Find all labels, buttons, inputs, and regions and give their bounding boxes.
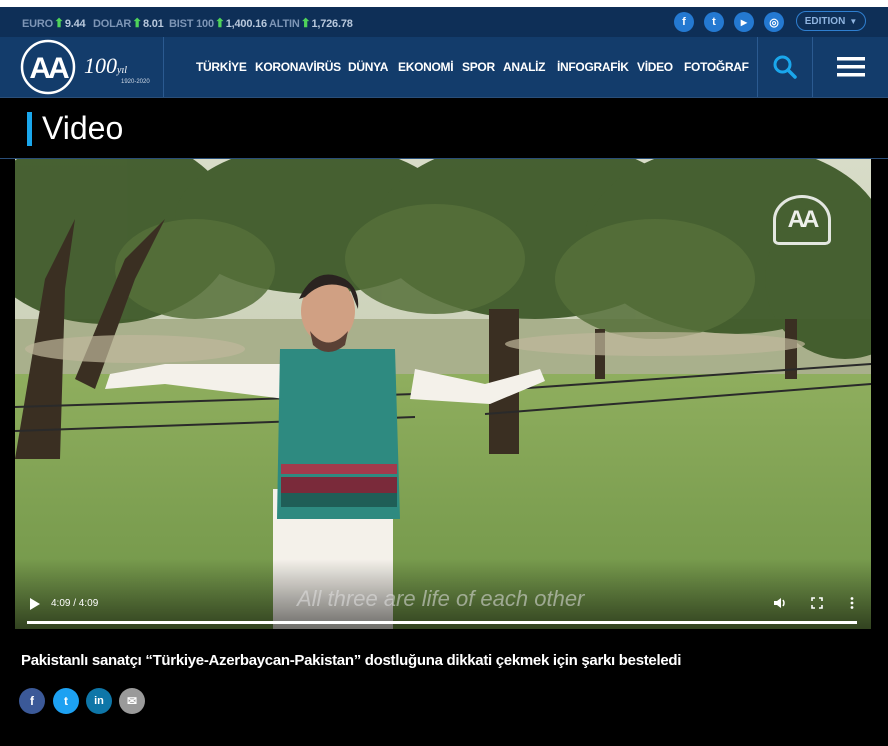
ticker-dolar: DOLAR⬆8.01 [93,16,164,30]
section-accent-bar [27,112,32,146]
nav-fotograf[interactable]: FOTOĞRAF [684,60,749,74]
nav-analiz[interactable]: ANALİZ [503,60,546,74]
top-border [0,0,888,7]
nav-spor[interactable]: SPOR [462,60,495,74]
video-player[interactable]: AA All three are life of each other 4:09… [15,159,871,629]
share-facebook-icon[interactable]: f [19,688,45,714]
play-icon[interactable] [29,597,41,611]
hamburger-icon [837,57,865,77]
search-button[interactable] [757,37,812,97]
up-arrow-icon: ⬆ [132,16,142,30]
nav-koronavirus[interactable]: KORONAVİRÜS [255,60,341,74]
fullscreen-icon[interactable] [809,595,825,611]
main-navbar: AA 100yıl 1920-2020 TÜRKİYE KORONAVİRÜS … [0,37,888,97]
section-header: Video [0,97,888,159]
ticker-euro: EURO⬆9.44 [22,16,86,30]
caret-down-icon: ▼ [849,16,858,26]
youtube-icon[interactable]: ▶ [734,12,754,32]
video-subtitle: All three are life of each other [297,586,585,611]
menu-button[interactable] [812,37,888,97]
ticker-altin: ALTIN⬆1,726.78 [269,16,353,30]
edition-dropdown[interactable]: EDITION ▼ [796,11,866,31]
share-mail-icon[interactable]: ✉ [119,688,145,714]
section-title: Video [42,110,124,146]
svg-text:AA: AA [29,52,69,85]
aa-logo[interactable]: AA 100yıl 1920-2020 [0,37,164,97]
nav-infografik[interactable]: İNFOGRAFİK [557,60,629,74]
anniversary-label: 100yıl [84,53,127,78]
up-arrow-icon: ⬆ [300,16,311,30]
share-twitter-icon[interactable]: t [53,688,79,714]
aa-watermark-logo: AA [773,195,831,245]
share-linkedin-icon[interactable]: in [86,688,112,714]
progress-bar[interactable] [27,621,857,624]
anniversary-years: 1920-2020 [121,79,150,85]
twitter-icon[interactable]: t [704,12,724,32]
aa-logo-icon: AA [20,39,76,95]
up-arrow-icon: ⬆ [53,16,64,30]
ticker-bist100: BIST 100⬆1,400.16 [169,16,267,30]
volume-icon[interactable] [772,595,788,611]
up-arrow-icon: ⬆ [214,16,225,30]
search-icon [773,55,797,79]
nav-video[interactable]: VİDEO [637,60,673,74]
nav-dunya[interactable]: DÜNYA [348,60,388,74]
facebook-icon[interactable]: f [674,12,694,32]
nav-turkiye[interactable]: TÜRKİYE [196,60,247,74]
market-ticker: EURO⬆9.44 DOLAR⬆8.01 BIST 100⬆1,400.16 A… [0,7,888,37]
nav-ekonomi[interactable]: EKONOMİ [398,60,454,74]
more-options-icon[interactable] [844,595,860,611]
video-time: 4:09 / 4:09 [51,598,99,609]
article-headline: Pakistanlı sanatçı “Türkiye-Azerbaycan-P… [21,652,682,669]
instagram-icon[interactable]: ◎ [764,12,784,32]
